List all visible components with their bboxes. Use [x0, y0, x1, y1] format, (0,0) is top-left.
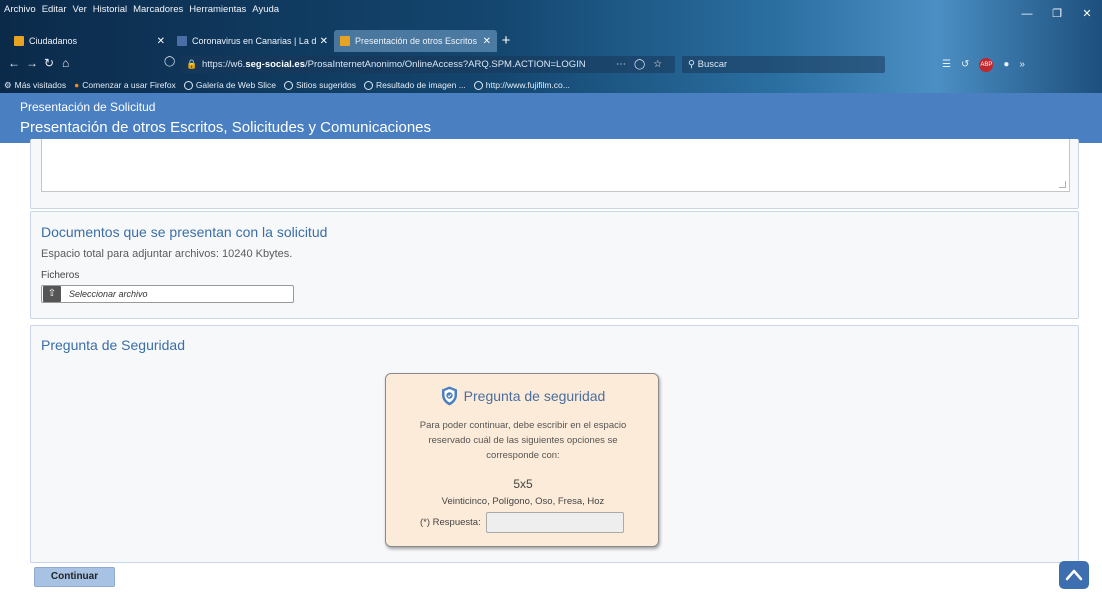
bookmark-label: Sitios sugeridos — [295, 80, 356, 90]
file-placeholder: Seleccionar archivo — [69, 289, 148, 299]
resize-handle-icon[interactable] — [1059, 181, 1066, 188]
window-controls: — ❐ ✕ — [1012, 0, 1102, 28]
library-icon[interactable]: ☰ — [942, 56, 951, 73]
lock-icon: 🔒 — [186, 59, 198, 69]
adblock-icon[interactable]: ABP — [979, 58, 994, 72]
home-icon[interactable]: ⌂ — [62, 56, 69, 70]
tab-ciudadanos[interactable]: Ciudadanos ✕ — [8, 30, 171, 52]
menu-ver[interactable]: Ver — [73, 2, 87, 18]
answer-input[interactable] — [486, 512, 624, 533]
back-icon[interactable]: ← — [8, 56, 20, 70]
menu-historial[interactable]: Historial — [93, 2, 127, 18]
bookmark-label: Comenzar a usar Firefox — [82, 80, 176, 90]
header-subtitle: Presentación de Solicitud — [20, 100, 156, 114]
globe-icon — [183, 80, 193, 90]
more-actions-icon[interactable]: ⋯ — [616, 56, 626, 73]
tab-title: Coronavirus en Canarias | La d — [192, 36, 316, 46]
url-domain: seg-social.es — [245, 59, 305, 70]
bookmark-star-icon[interactable]: ☆ — [653, 56, 662, 73]
documents-panel: Documentos que se presentan con la solic… — [30, 211, 1079, 319]
bookmark-label: http://www.fujifilm.co... — [485, 80, 570, 90]
answer-label: (*) Respuesta: — [420, 517, 481, 528]
file-select-input[interactable]: ⇧ Seleccionar archivo — [41, 285, 294, 303]
close-tab-icon[interactable]: ✕ — [320, 36, 328, 47]
menu-marcadores[interactable]: Marcadores — [133, 2, 183, 18]
bookmark-sitios[interactable]: Sitios sugeridos — [283, 77, 356, 93]
page-title: Presentación de otros Escritos, Solicitu… — [20, 119, 432, 136]
description-textarea[interactable] — [41, 139, 1070, 192]
menu-editar[interactable]: Editar — [42, 2, 67, 18]
close-tab-icon[interactable]: ✕ — [483, 36, 491, 47]
shield-check-icon — [441, 386, 457, 406]
maximize-icon[interactable]: ❐ — [1042, 0, 1072, 28]
search-icon: ⚲ — [688, 59, 695, 70]
url-path: /ProsaInternetAnonimo/OnlineAccess?ARQ.S… — [304, 59, 586, 70]
chevron-up-icon — [1065, 569, 1083, 581]
tab-favicon-icon — [340, 36, 350, 46]
tab-title: Presentación de otros Escritos — [355, 36, 478, 46]
globe-icon — [283, 80, 293, 90]
documents-title: Documentos que se presentan con la solic… — [41, 224, 328, 240]
continue-button[interactable]: Continuar — [34, 567, 115, 587]
globe-icon — [364, 80, 373, 90]
bookmark-fujifilm[interactable]: http://www.fujifilm.co... — [473, 77, 570, 93]
bookmark-label: Más visitados — [14, 80, 67, 90]
url-prefix: https://w6. — [202, 59, 246, 70]
url-bar[interactable]: 🔒 https://w6.seg-social.es/ProsaInternet… — [180, 56, 675, 73]
bookmark-label: Resultado de imagen ... — [376, 80, 466, 90]
tab-favicon-icon — [14, 36, 24, 46]
forward-icon[interactable]: → — [26, 56, 38, 70]
files-label: Ficheros — [41, 270, 80, 281]
history-icon[interactable]: ↺ — [961, 56, 969, 73]
browser-chrome: Archivo Editar Ver Historial Marcadores … — [0, 0, 1102, 93]
tab-presentacion[interactable]: Presentación de otros Escritos ✕ — [334, 30, 497, 52]
shield-tracking-icon[interactable]: ◯ — [164, 56, 175, 67]
menu-ayuda[interactable]: Ayuda — [252, 2, 279, 18]
security-options: Veinticinco, Polígono, Oso, Fresa, Hoz — [441, 496, 605, 507]
reload-icon[interactable]: ↻ — [44, 56, 54, 70]
security-box-title: Pregunta de seguridad — [463, 388, 606, 404]
bookmark-resultado[interactable]: Resultado de imagen ... — [364, 77, 466, 93]
security-question-box: Pregunta de seguridad Para poder continu… — [385, 373, 659, 547]
pocket-icon[interactable]: ◯ — [634, 56, 645, 73]
security-description: Para poder continuar, debe escribir en e… — [419, 420, 627, 461]
search-bar[interactable]: ⚲ Buscar — [682, 56, 885, 73]
menu-herramientas[interactable]: Herramientas — [189, 2, 246, 18]
tab-title: Ciudadanos — [29, 36, 78, 46]
navigation-bar: ← → ↻ ⌂ ◯ 🔒 https://w6.seg-social.es/Pro… — [0, 53, 1102, 75]
close-window-icon[interactable]: ✕ — [1072, 0, 1102, 28]
tab-strip: Ciudadanos ✕ Coronavirus en Canarias | L… — [8, 30, 515, 52]
page-content: Documentos que se presentan con la solic… — [0, 139, 1102, 594]
security-section-title: Pregunta de Seguridad — [41, 337, 185, 353]
bookmark-firefox[interactable]: ● Comenzar a usar Firefox — [74, 77, 176, 93]
bookmark-label: Galería de Web Slice — [195, 80, 276, 90]
app-header: Presentación de Solicitud Presentación d… — [0, 93, 1102, 143]
menu-bar: Archivo Editar Ver Historial Marcadores … — [4, 2, 279, 18]
gear-icon: ⚙ — [4, 80, 12, 90]
security-box-header: Pregunta de seguridad — [386, 386, 660, 406]
tab-coronavirus[interactable]: Coronavirus en Canarias | La d ✕ — [171, 30, 334, 52]
extension-icons: ☰ ↺ ABP ● » — [942, 56, 1025, 73]
close-tab-icon[interactable]: ✕ — [157, 36, 165, 47]
firefox-icon: ● — [74, 80, 80, 90]
new-tab-icon[interactable]: + — [497, 30, 515, 52]
bookmark-web-slice[interactable]: Galería de Web Slice — [183, 77, 276, 93]
upload-icon[interactable]: ⇧ — [43, 286, 61, 302]
account-icon[interactable]: ● — [1003, 56, 1009, 73]
globe-icon — [473, 80, 483, 90]
overflow-menu-icon[interactable]: » — [1019, 56, 1025, 73]
url-actions: ⋯ ◯ ☆ — [616, 56, 662, 73]
tab-favicon-icon — [177, 36, 187, 46]
storage-space-text: Espacio total para adjuntar archivos: 10… — [41, 248, 293, 260]
scroll-to-top-button[interactable] — [1059, 561, 1089, 589]
bookmarks-bar: ⚙ Más visitados ● Comenzar a usar Firefox … — [4, 77, 570, 93]
description-panel — [30, 139, 1079, 209]
menu-archivo[interactable]: Archivo — [4, 2, 36, 18]
bookmark-mas-visitados[interactable]: ⚙ Más visitados — [4, 77, 66, 93]
search-placeholder: Buscar — [697, 59, 728, 70]
security-question: 5x5 — [513, 477, 533, 491]
minimize-icon[interactable]: — — [1012, 0, 1042, 28]
